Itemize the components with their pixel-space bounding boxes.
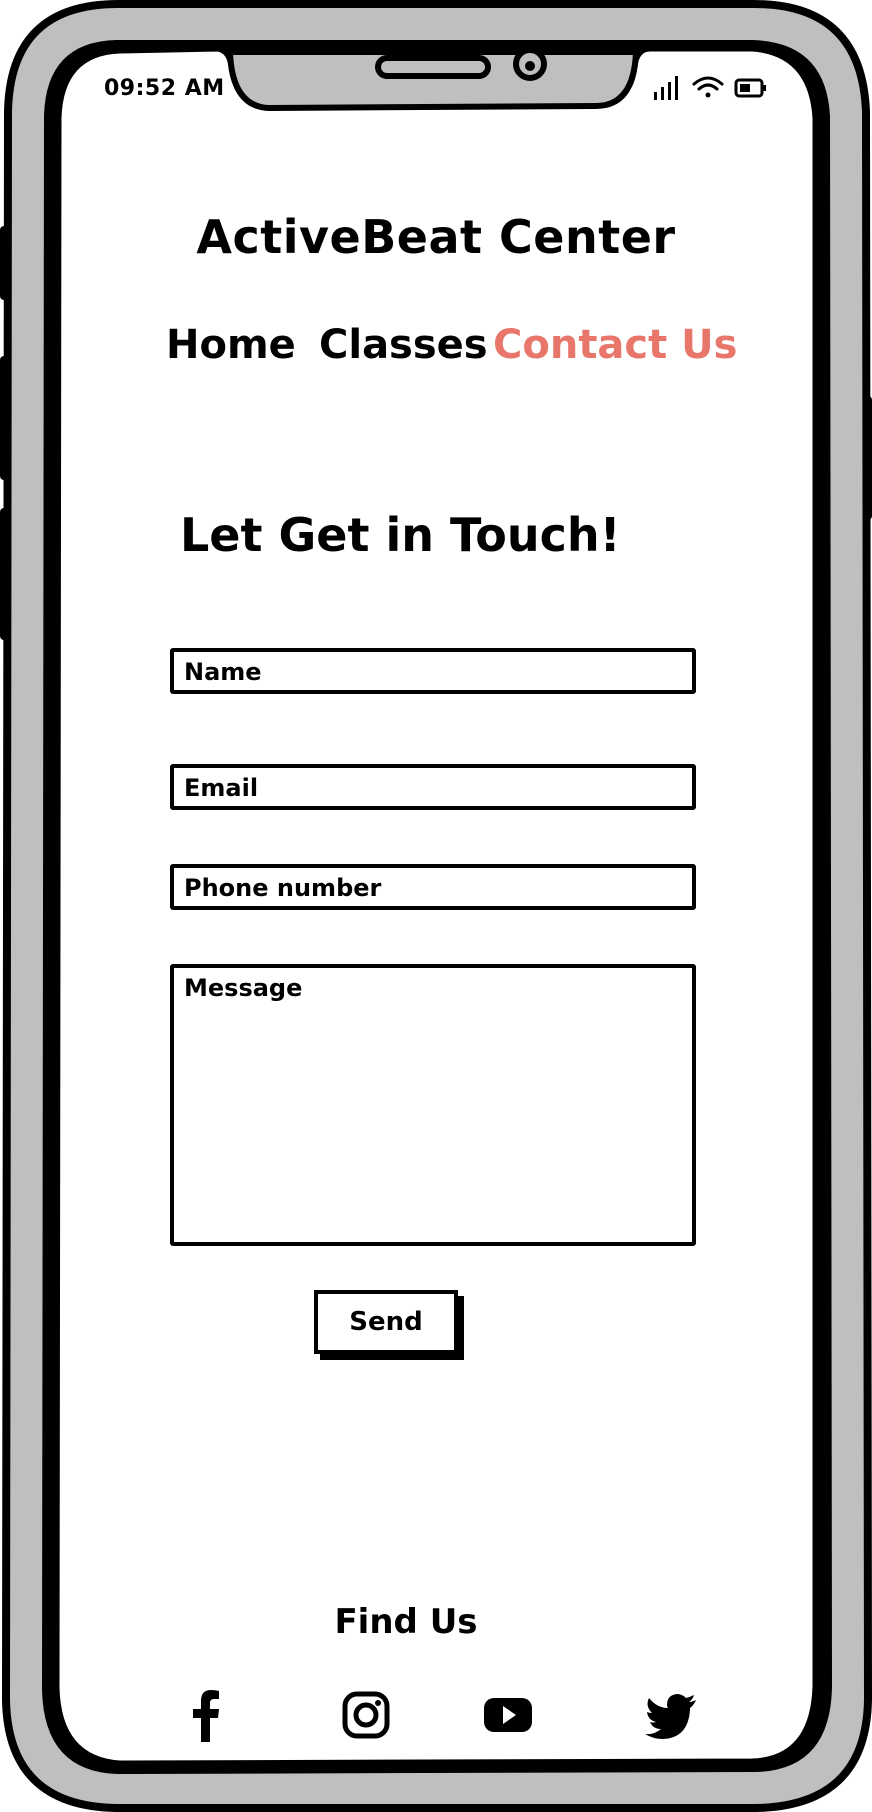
nav-item-home[interactable]: Home: [166, 322, 296, 368]
status-icons: [654, 76, 766, 100]
nav-item-classes[interactable]: Classes: [319, 322, 488, 368]
name-field[interactable]: Name: [170, 648, 696, 694]
app-title: ActiveBeat Center: [196, 210, 676, 264]
signal-icon: [654, 76, 678, 100]
send-button-wrapper: Send: [314, 1290, 464, 1362]
message-placeholder: Message: [184, 974, 303, 1002]
battery-icon: [734, 78, 766, 98]
youtube-icon[interactable]: [478, 1688, 538, 1744]
phone-placeholder: Phone number: [184, 874, 382, 902]
wifi-icon: [692, 76, 724, 98]
instagram-icon[interactable]: [336, 1688, 396, 1744]
name-placeholder: Name: [184, 658, 262, 686]
find-us-label: Find Us: [334, 1602, 478, 1642]
nav-item-contact-us[interactable]: Contact Us: [493, 322, 737, 368]
facebook-icon[interactable]: [176, 1688, 236, 1744]
contact-heading: Let Get in Touch!: [180, 508, 621, 562]
message-field[interactable]: Message: [170, 964, 696, 1246]
send-button[interactable]: Send: [314, 1290, 458, 1354]
status-time: 09:52 AM: [104, 76, 225, 101]
email-placeholder: Email: [184, 774, 259, 802]
twitter-icon[interactable]: [642, 1688, 702, 1744]
email-field[interactable]: Email: [170, 764, 696, 810]
phone-field[interactable]: Phone number: [170, 864, 696, 910]
